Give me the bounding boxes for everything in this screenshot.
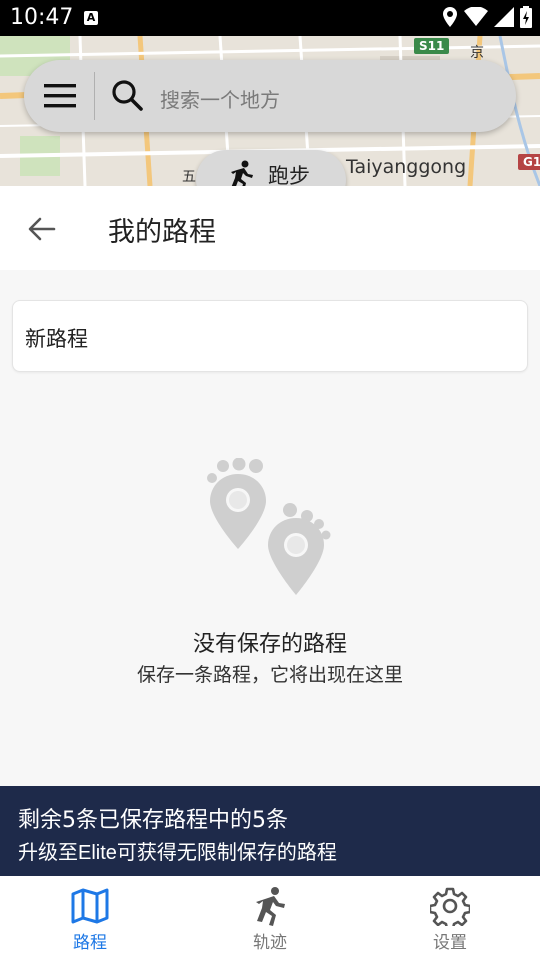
back-arrow-icon[interactable] (26, 214, 56, 244)
status-time: 10:47 (10, 5, 74, 30)
bottom-navigation: 路程 轨迹 设置 (0, 876, 540, 960)
road-badge-g1: G1 (518, 154, 540, 170)
elite-brand: Elite (78, 842, 117, 864)
map-icon (71, 888, 109, 924)
search-divider (94, 72, 95, 120)
status-bar: 10:47 A (0, 0, 540, 36)
wifi-icon (464, 7, 488, 26)
menu-icon[interactable] (42, 80, 78, 112)
activity-run-label: 跑步 (268, 164, 310, 186)
my-routes-sheet: 我的路程 新路程 没有保存的路程 保存一条路程，它将出现在这里 (0, 186, 540, 786)
new-route-label: 新路程 (25, 327, 88, 351)
empty-state-subtitle: 保存一条路程，它将出现在这里 (136, 664, 403, 686)
road-badge-s11: S11 (414, 38, 450, 54)
nav-tracks-label: 轨迹 (253, 933, 287, 953)
map-label-jing: 京 (470, 45, 484, 61)
map-view[interactable]: S11 G1 京 五 Taiyanggong 搜索一个地方 跑步 (0, 36, 540, 186)
location-icon (443, 7, 457, 27)
activity-run-chip[interactable]: 跑步 (196, 150, 346, 186)
gear-icon (430, 887, 470, 926)
search-input[interactable]: 搜索一个地方 (160, 84, 280, 113)
search-icon[interactable] (110, 78, 144, 112)
nav-routes[interactable]: 路程 (0, 876, 180, 960)
page-title: 我的路程 (108, 217, 216, 248)
signal-icon (494, 7, 514, 27)
upgrade-prefix: 升级至 (18, 840, 78, 864)
runner-icon (231, 160, 253, 186)
nav-settings[interactable]: 设置 (360, 876, 540, 960)
runner-icon (256, 887, 285, 926)
map-label-taiyanggong: Taiyanggong (346, 156, 467, 178)
nav-tracks[interactable]: 轨迹 (180, 876, 360, 960)
map-label-five: 五 (182, 169, 196, 185)
upgrade-suffix: 可获得无限制保存的路程 (116, 840, 337, 864)
search-bar[interactable]: 搜索一个地方 (24, 60, 516, 132)
nav-routes-label: 路程 (73, 933, 107, 953)
footprints-pin-icon (207, 458, 331, 595)
a-notification-icon: A (84, 11, 98, 25)
battery-icon (520, 6, 532, 28)
upgrade-message: 升级至Elite可获得无限制保存的路程 (18, 836, 337, 865)
saved-routes-quota: 剩余5条已保存路程中的5条 (18, 808, 288, 833)
new-route-button[interactable]: 新路程 (12, 300, 528, 372)
empty-state-title: 没有保存的路程 (192, 632, 347, 657)
upgrade-promo-banner[interactable]: 剩余5条已保存路程中的5条 升级至Elite可获得无限制保存的路程 (0, 786, 540, 876)
nav-settings-label: 设置 (433, 933, 467, 953)
sheet-header: 我的路程 (0, 186, 540, 270)
